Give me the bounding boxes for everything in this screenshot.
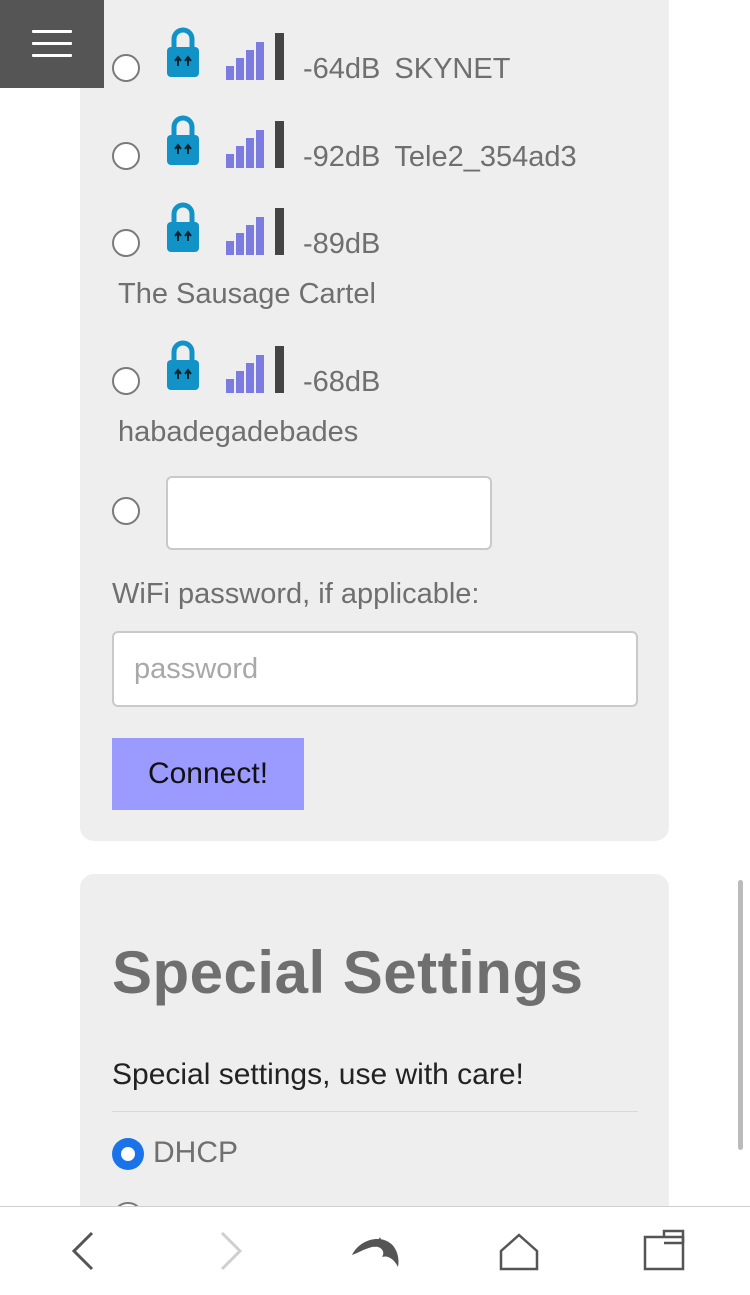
tabs-icon[interactable] — [642, 1229, 686, 1273]
network-ssid: The Sausage Cartel — [118, 278, 376, 310]
signal-bars-icon — [226, 121, 284, 168]
lock-icon — [167, 27, 199, 77]
network-radio[interactable] — [112, 367, 140, 395]
custom-network-radio[interactable] — [112, 497, 140, 525]
signal-strength: -68dB — [303, 366, 381, 398]
hamburger-menu-button[interactable] — [0, 0, 104, 88]
back-icon[interactable] — [62, 1229, 106, 1273]
network-ssid: Tele2_354ad3 — [394, 141, 577, 173]
signal-strength: -89dB — [303, 228, 381, 260]
network-radio[interactable] — [112, 229, 140, 257]
signal-bars-icon — [226, 33, 284, 80]
password-input[interactable] — [112, 631, 638, 707]
lock-icon — [167, 202, 199, 252]
network-ssid: SKYNET — [394, 53, 511, 85]
special-settings-description: Special settings, use with care! — [112, 1058, 524, 1091]
network-ssid: habadegadebades — [118, 416, 359, 448]
signal-strength: -92dB — [303, 141, 381, 173]
home-icon[interactable] — [497, 1229, 541, 1273]
password-label: WiFi password, if applicable: — [112, 578, 480, 610]
scrollbar[interactable] — [738, 880, 743, 1150]
custom-ssid-input[interactable] — [166, 476, 492, 550]
lock-icon — [167, 340, 199, 390]
browser-nav-bar — [0, 1206, 750, 1295]
dhcp-radio[interactable] — [112, 1138, 144, 1170]
forward-icon[interactable] — [208, 1229, 252, 1273]
connect-button[interactable]: Connect! — [112, 738, 304, 810]
signal-bars-icon — [226, 346, 284, 393]
network-radio[interactable] — [112, 142, 140, 170]
lock-icon — [167, 115, 199, 165]
divider — [112, 1111, 638, 1112]
network-radio[interactable] — [112, 54, 140, 82]
dolphin-logo-icon[interactable] — [350, 1229, 402, 1273]
signal-strength: -64dB — [303, 53, 381, 85]
dhcp-label: DHCP — [153, 1136, 239, 1169]
signal-bars-icon — [226, 208, 284, 255]
special-settings-title: Special Settings — [112, 939, 584, 1006]
